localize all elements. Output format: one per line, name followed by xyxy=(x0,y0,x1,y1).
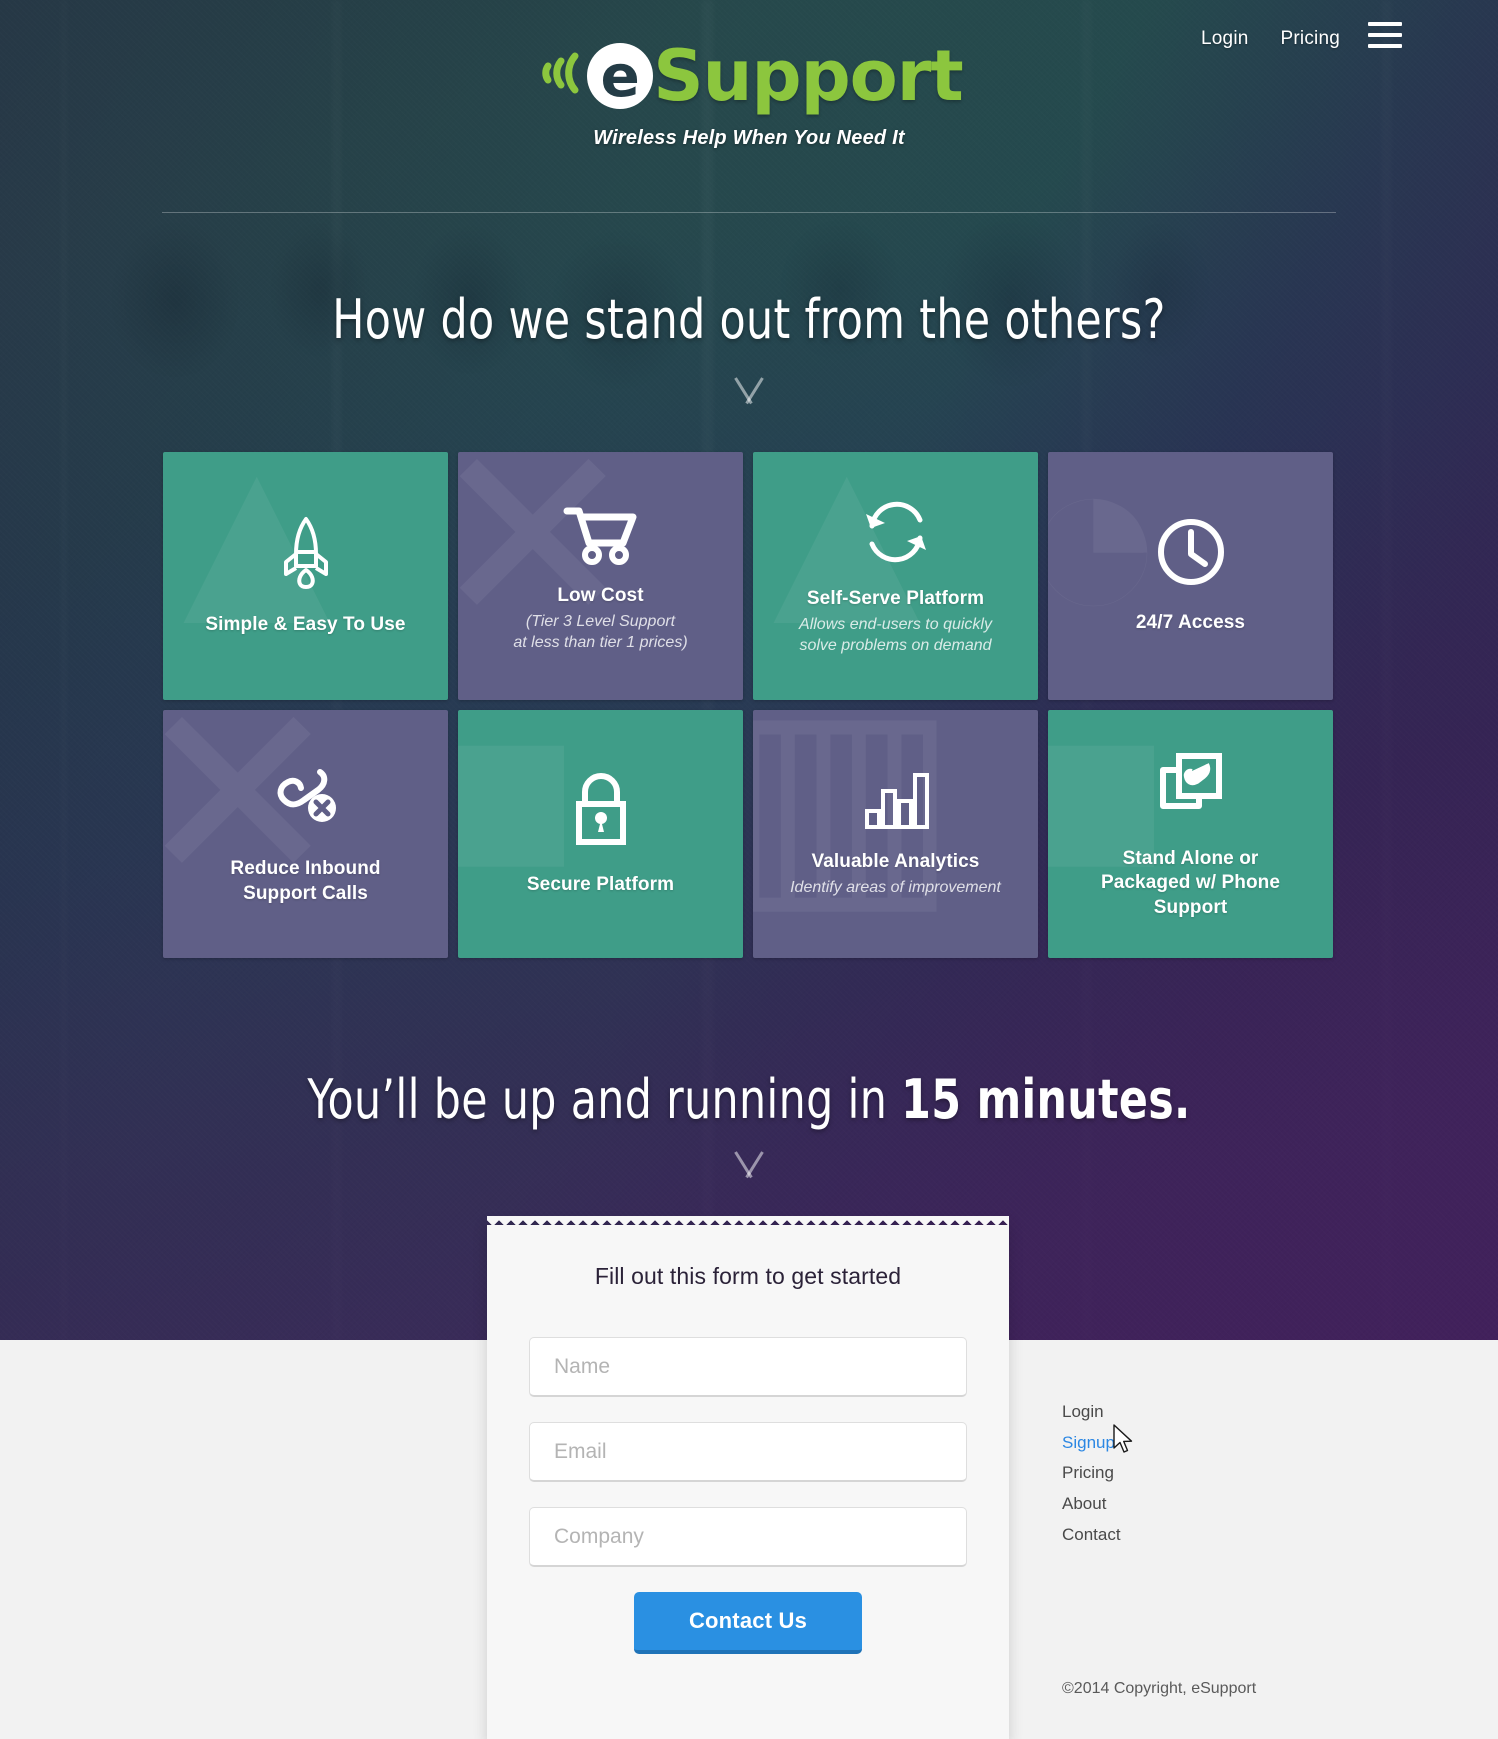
padlock-icon xyxy=(568,770,634,855)
feature-tile-low-cost[interactable]: ✕ Low Cost (Tier 3 Level Support at less … xyxy=(458,452,743,700)
brand-tagline: Wireless Help When You Need It xyxy=(593,127,905,149)
footer-link-login[interactable]: Login xyxy=(1062,1400,1121,1425)
card-scalloped-edge xyxy=(487,1216,1009,1226)
phone-cancel-icon xyxy=(268,762,344,839)
footer-link-signup[interactable]: Signup xyxy=(1062,1431,1121,1456)
tile-title: Simple & Easy To Use xyxy=(205,614,406,636)
logo-e-mark: e xyxy=(587,42,654,109)
tile-subtitle: Allows end-users to quickly solve problem… xyxy=(799,615,992,654)
feature-tile-valuable-analytics[interactable]: ▥ Valuable Analytics Identify areas of i… xyxy=(753,710,1038,958)
tile-title: Self-Serve Platform xyxy=(806,587,985,609)
chevron-down-icon[interactable] xyxy=(728,378,770,404)
tile-title: Stand Alone or Packaged w/ Phone Support xyxy=(1100,848,1281,918)
feature-tile-stand-alone[interactable]: ■ Stand Alone or Packaged w/ Phone Suppor… xyxy=(1048,710,1333,958)
email-input[interactable] xyxy=(529,1422,967,1482)
chevron-down-icon[interactable] xyxy=(728,1152,770,1178)
tile-title: Reduce Inbound Support Calls xyxy=(230,858,381,904)
hamburger-bar xyxy=(1368,22,1402,26)
tile-title: Low Cost xyxy=(557,584,644,606)
shopping-cart-icon xyxy=(561,499,641,570)
hero-heading-minutes-strong: 15 minutes. xyxy=(901,1068,1191,1131)
feature-tile-247-access[interactable]: ◔ 24/7 Access xyxy=(1048,452,1333,700)
footer-link-list: Login Signup Pricing About Contact xyxy=(1062,1400,1121,1547)
hero-section: Login Pricing e Support Wireless Help Wh… xyxy=(0,0,1498,1340)
hero-divider xyxy=(162,212,1336,213)
phone-window-icon xyxy=(1153,748,1229,829)
tile-title: 24/7 Access xyxy=(1135,612,1246,634)
feature-tile-grid: ▲ Simple & Easy To Use ✕ Low Cost (Tier … xyxy=(163,452,1335,958)
landing-page: Login Pricing e Support Wireless Help Wh… xyxy=(0,0,1498,1739)
logo-wordmark: Support xyxy=(653,34,964,117)
hero-heading-minutes-prefix: You’ll be up and running in xyxy=(307,1068,902,1131)
tile-subtitle: (Tier 3 Level Support at less than tier 1… xyxy=(513,612,688,651)
feature-tile-simple-easy[interactable]: ▲ Simple & Easy To Use xyxy=(163,452,448,700)
tile-subtitle: Identify areas of improvement xyxy=(790,879,1001,897)
hamburger-bar xyxy=(1368,33,1402,37)
signal-waves-icon xyxy=(535,40,583,111)
contact-us-button[interactable]: Contact Us xyxy=(634,1592,862,1654)
refresh-cycle-icon xyxy=(858,496,934,573)
feature-tile-self-serve[interactable]: ▲ Self-Serve Platform Allows end-users t… xyxy=(753,452,1038,700)
clock-icon xyxy=(1155,516,1227,593)
feature-tile-secure-platform[interactable]: ■ Secure Platform xyxy=(458,710,743,958)
form-title: Fill out this form to get started xyxy=(594,1263,902,1289)
hero-heading-standout: How do we stand out from the others? xyxy=(332,288,1166,351)
brand-block: e Support Wireless Help When You Need It xyxy=(0,40,1498,150)
rocket-icon xyxy=(274,514,338,595)
bar-chart-icon xyxy=(863,769,929,836)
name-input[interactable] xyxy=(529,1337,967,1397)
tile-title: Secure Platform xyxy=(526,874,675,896)
contact-form-card: Fill out this form to get started Contac… xyxy=(487,1216,1009,1739)
logo[interactable]: e Support xyxy=(535,34,964,117)
company-input[interactable] xyxy=(529,1507,967,1567)
hero-heading-minutes: You’ll be up and running in 15 minutes. xyxy=(90,1068,1408,1131)
copyright-text: ©2014 Copyright, eSupport xyxy=(1062,1680,1257,1697)
footer-link-contact[interactable]: Contact xyxy=(1062,1523,1121,1548)
feature-tile-reduce-calls[interactable]: ✕ Reduce Inbound Support Calls xyxy=(163,710,448,958)
tile-title: Valuable Analytics xyxy=(811,850,980,872)
footer-link-pricing[interactable]: Pricing xyxy=(1062,1461,1121,1486)
footer-link-about[interactable]: About xyxy=(1062,1492,1121,1517)
